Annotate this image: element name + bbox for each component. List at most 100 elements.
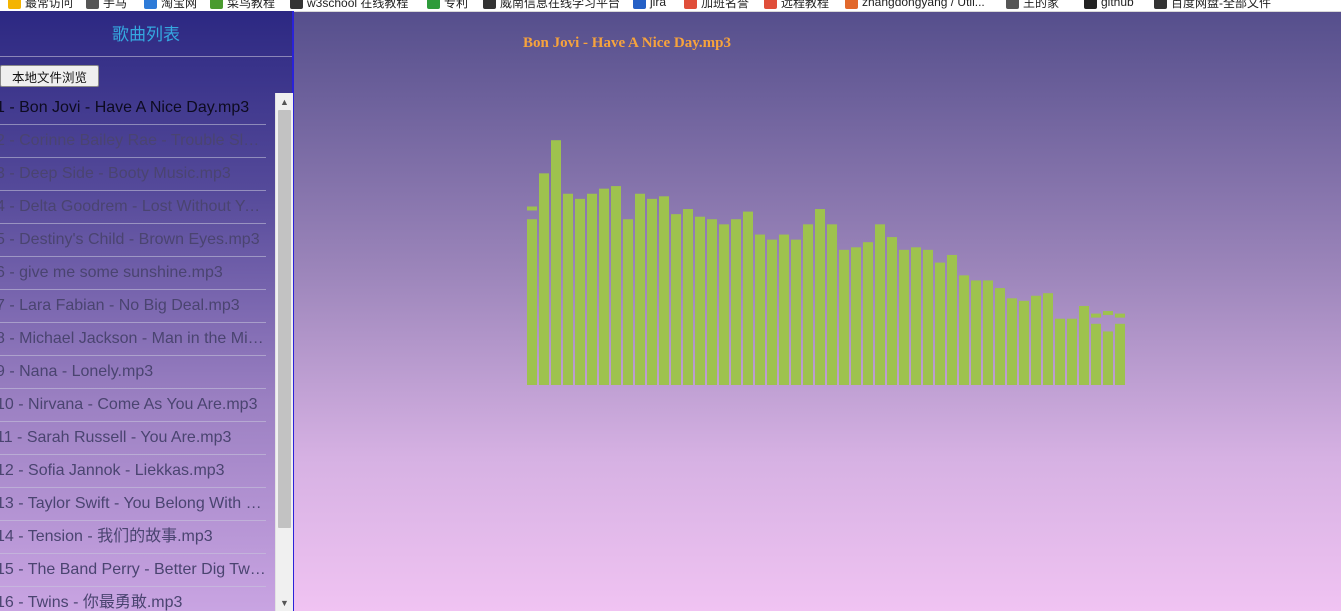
bookmark-item[interactable]: 专利 xyxy=(427,0,468,10)
visualizer-bar xyxy=(695,216,705,385)
visualizer-bar xyxy=(935,262,945,385)
bookmark-item[interactable]: 威南信息在线学习平台 xyxy=(483,0,620,10)
visualizer-bar xyxy=(1055,318,1065,385)
visualizer-bar xyxy=(971,280,981,385)
song-item[interactable]: 8 - Michael Jackson - Man in the Mirror.… xyxy=(0,324,266,356)
visualizer-bar xyxy=(815,209,825,385)
playlist-scrollbar[interactable]: ▲ ▼ xyxy=(275,93,293,611)
globe-icon xyxy=(427,0,440,9)
song-item[interactable]: 2 - Corinne Bailey Rae - Trouble Sleepin… xyxy=(0,126,266,158)
song-item[interactable]: 3 - Deep Side - Booty Music.mp3 xyxy=(0,159,266,191)
doc-icon xyxy=(684,0,697,9)
bookmark-item[interactable]: 加班名誉 xyxy=(684,0,749,10)
song-item[interactable]: 15 - The Band Perry - Better Dig Two.mp3 xyxy=(0,555,266,587)
github-icon xyxy=(1084,0,1097,9)
scroll-thumb[interactable] xyxy=(278,110,291,528)
visualizer-bar xyxy=(575,198,585,385)
visualizer-bar xyxy=(803,224,813,385)
visualizer-bar xyxy=(635,193,645,385)
sidebar-title: 歌曲列表 xyxy=(0,11,292,57)
visualizer-peak-cap xyxy=(1115,313,1125,318)
visualizer-bar xyxy=(647,198,657,385)
bookmark-label: 淘宝网 xyxy=(161,0,198,10)
visualizer-peak-cap xyxy=(527,206,537,211)
scroll-up-arrow-icon[interactable]: ▲ xyxy=(276,93,293,110)
bookmark-label: 威南信息在线学习平台 xyxy=(500,0,621,10)
visualizer-bar xyxy=(719,224,729,385)
song-item[interactable]: 12 - Sofia Jannok - Liekkas.mp3 xyxy=(0,456,266,488)
visualizer-bar xyxy=(587,193,597,385)
song-item[interactable]: 7 - Lara Fabian - No Big Deal.mp3 xyxy=(0,291,266,323)
bookmark-item[interactable]: 手马 xyxy=(86,0,127,10)
visualizer-bar xyxy=(1115,323,1125,385)
song-item[interactable]: 6 - give me some sunshine.mp3 xyxy=(0,258,266,290)
bookmark-item[interactable]: github xyxy=(1084,0,1134,10)
doc-icon xyxy=(764,0,777,9)
globe-icon xyxy=(290,0,303,9)
globe-icon xyxy=(210,0,223,9)
visualizer-bar xyxy=(611,186,621,385)
visualizer-bar xyxy=(899,249,909,385)
browse-local-files-button[interactable]: 本地文件浏览 xyxy=(0,65,99,87)
song-item[interactable]: 4 - Delta Goodrem - Lost Without You.mp3 xyxy=(0,192,266,224)
visualizer-bar xyxy=(659,196,669,385)
bookmark-item[interactable]: jira xyxy=(633,0,666,10)
bookmark-label: 王的家 xyxy=(1023,0,1060,10)
visualizer-bar xyxy=(551,140,561,385)
visualizer-bar xyxy=(731,219,741,385)
bookmark-label: 专利 xyxy=(444,0,469,10)
bookmark-item[interactable]: w3school 在线教程 xyxy=(290,0,408,10)
bookmark-label: zhangdongyang / Util... xyxy=(862,0,985,9)
visualizer-bar xyxy=(1091,323,1101,385)
song-item[interactable]: 9 - Nana - Lonely.mp3 xyxy=(0,357,266,389)
bookmark-label: 手马 xyxy=(103,0,128,10)
visualizer-bar xyxy=(947,254,957,385)
bookmark-item[interactable]: 淘宝网 xyxy=(144,0,197,10)
song-item[interactable]: 16 - Twins - 你最勇敢.mp3 xyxy=(0,588,266,611)
song-item[interactable]: 13 - Taylor Swift - You Belong With Me.m… xyxy=(0,489,266,521)
bookmark-item[interactable]: 百度网盘-全部文件 xyxy=(1154,0,1271,10)
bookmark-item[interactable]: 远程教程 xyxy=(764,0,829,10)
globe-icon xyxy=(1154,0,1167,9)
jira-icon xyxy=(633,0,646,9)
song-list: 1 - Bon Jovi - Have A Nice Day.mp32 - Co… xyxy=(0,93,275,611)
visualizer-bar xyxy=(1079,305,1089,385)
visualizer-bar xyxy=(983,280,993,385)
song-item[interactable]: 1 - Bon Jovi - Have A Nice Day.mp3 xyxy=(0,93,266,125)
song-item[interactable]: 5 - Destiny's Child - Brown Eyes.mp3 xyxy=(0,225,266,257)
bookmark-item[interactable]: 王的家 xyxy=(1006,0,1059,10)
bookmark-item[interactable]: 最常访问 xyxy=(8,0,73,10)
visualizer-bar xyxy=(779,234,789,385)
visualizer-bar xyxy=(599,188,609,385)
song-item[interactable]: 10 - Nirvana - Come As You Are.mp3 xyxy=(0,390,266,422)
audio-visualizer xyxy=(527,140,1125,385)
visualizer-bar xyxy=(839,249,849,385)
visualizer-bar xyxy=(767,239,777,385)
sidebar: 歌曲列表 本地文件浏览 1 - Bon Jovi - Have A Nice D… xyxy=(0,11,294,611)
visualizer-bar xyxy=(887,237,897,385)
bookmark-item[interactable]: zhangdongyang / Util... xyxy=(845,0,985,10)
visualizer-bar xyxy=(911,247,921,385)
bookmark-label: 加班名誉 xyxy=(701,0,750,10)
bookmark-label: 远程教程 xyxy=(781,0,830,10)
visualizer-peak-cap xyxy=(1103,311,1113,316)
bookmark-label: 最常访问 xyxy=(25,0,74,10)
visualizer-bar xyxy=(683,209,693,385)
visualizer-bar xyxy=(623,219,633,385)
song-item[interactable]: 14 - Tension - 我们的故事.mp3 xyxy=(0,522,266,554)
bookmark-label: 菜鸟教程 xyxy=(227,0,276,10)
song-item[interactable]: 11 - Sarah Russell - You Are.mp3 xyxy=(0,423,266,455)
visualizer-bar xyxy=(527,219,537,385)
bookmark-label: w3school 在线教程 xyxy=(307,0,409,10)
visualizer-bar xyxy=(827,224,837,385)
visualizer-bar xyxy=(863,242,873,385)
bookmark-item[interactable]: 菜鸟教程 xyxy=(210,0,275,10)
visualizer-bar xyxy=(1031,295,1041,385)
visualizer-bar xyxy=(671,214,681,385)
visualizer-peak-cap xyxy=(1091,313,1101,318)
star-icon xyxy=(8,0,21,9)
page-icon xyxy=(1006,0,1019,9)
gitlab-icon xyxy=(845,0,858,9)
scroll-down-arrow-icon[interactable]: ▼ xyxy=(276,594,293,611)
folder-icon xyxy=(86,0,99,9)
